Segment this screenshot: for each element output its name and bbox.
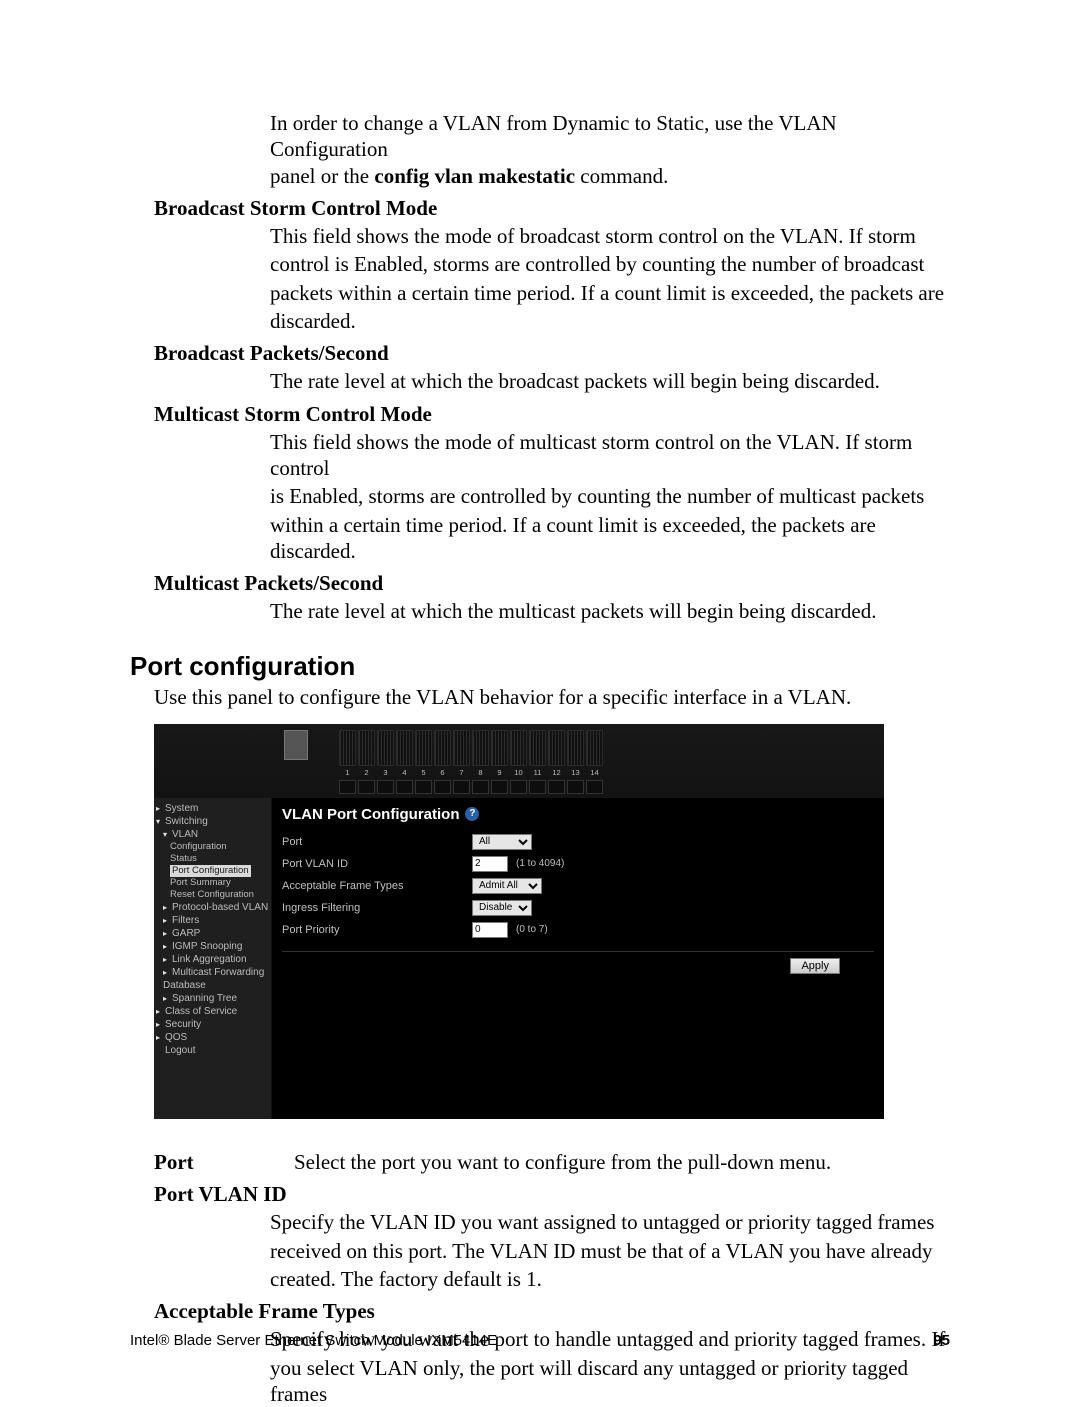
num-5: 5 — [415, 768, 432, 777]
sidebar-item-configuration[interactable]: Configuration — [156, 841, 269, 853]
intro-line2: panel or the config vlan makestatic comm… — [270, 163, 950, 189]
term-mscm: Multicast Storm Control Mode — [154, 401, 950, 427]
post-term-aft: Acceptable Frame Types — [154, 1298, 950, 1324]
sidebar-item-qos[interactable]: QOS — [156, 1031, 269, 1044]
label-aft: Acceptable Frame Types — [282, 880, 472, 892]
body-mscm-1: is Enabled, storms are controlled by cou… — [270, 483, 950, 509]
num-8: 8 — [472, 768, 489, 777]
section-intro: Use this panel to configure the VLAN beh… — [154, 684, 950, 710]
ui-chip-icon — [284, 730, 308, 760]
sidebar-item-spanning-tree[interactable]: Spanning Tree — [156, 992, 269, 1005]
num-7: 7 — [453, 768, 470, 777]
ui-screenshot: 1 2 3 4 5 6 7 8 9 10 11 12 13 14 System — [154, 724, 884, 1119]
sidebar-item-port-configuration-label: Port Configuration — [170, 865, 251, 877]
sidebar-item-filters[interactable]: Filters — [156, 914, 269, 927]
num-1: 1 — [339, 768, 356, 777]
num-6: 6 — [434, 768, 451, 777]
label-if: Ingress Filtering — [282, 902, 472, 914]
num-13: 13 — [567, 768, 584, 777]
ui-port-numbers: 1 2 3 4 5 6 7 8 9 10 11 12 13 14 — [339, 768, 603, 777]
footer-title: Intel® Blade Server Ethernet Switch Modu… — [130, 1332, 497, 1349]
hint-pvid: (1 to 4094) — [516, 858, 564, 869]
sidebar-item-link-agg[interactable]: Link Aggregation — [156, 953, 269, 966]
sidebar-item-status[interactable]: Status — [156, 853, 269, 865]
sidebar-item-logout[interactable]: Logout — [156, 1044, 269, 1057]
post-term-port: Port — [154, 1149, 294, 1175]
post-body-pvid-2: created. The factory default is 1. — [270, 1266, 950, 1292]
num-11: 11 — [529, 768, 546, 777]
label-pvid: Port VLAN ID — [282, 858, 472, 870]
ui-divider — [282, 951, 874, 952]
sidebar-item-cos[interactable]: Class of Service — [156, 1005, 269, 1018]
body-mps-0: The rate level at which the multicast pa… — [270, 598, 950, 624]
sidebar-item-security[interactable]: Security — [156, 1018, 269, 1031]
ui-main: VLAN Port Configuration ? Port All Port … — [272, 798, 884, 1119]
input-pvid[interactable] — [472, 856, 508, 872]
help-icon[interactable]: ? — [465, 807, 479, 821]
page-number: 95 — [933, 1332, 950, 1349]
select-port[interactable]: All — [472, 834, 532, 850]
term-mps: Multicast Packets/Second — [154, 570, 950, 596]
post-term-pvid: Port VLAN ID — [154, 1181, 950, 1207]
post-body-pvid-1: received on this port. The VLAN ID must … — [270, 1238, 950, 1264]
num-4: 4 — [396, 768, 413, 777]
sidebar-item-port-configuration[interactable]: Port Configuration — [156, 865, 269, 877]
body-mscm-2: within a certain time period. If a count… — [270, 512, 950, 565]
intro-cmd: config vlan makestatic — [374, 164, 575, 188]
ui-led-row — [339, 780, 603, 794]
intro-line1: In order to change a VLAN from Dynamic t… — [270, 110, 950, 163]
ui-main-title: VLAN Port Configuration — [282, 806, 459, 823]
body-bscm-2: packets within a certain time period. If… — [270, 280, 950, 306]
num-10: 10 — [510, 768, 527, 777]
term-bps: Broadcast Packets/Second — [154, 340, 950, 366]
body-bps-0: The rate level at which the broadcast pa… — [270, 368, 950, 394]
select-aft[interactable]: Admit All — [472, 878, 542, 894]
sidebar-item-system[interactable]: System — [156, 802, 269, 815]
body-bscm-0: This field shows the mode of broadcast s… — [270, 223, 950, 249]
body-bscm-1: control is Enabled, storms are controlle… — [270, 251, 950, 277]
sidebar-item-reset-config[interactable]: Reset Configuration — [156, 889, 269, 901]
num-9: 9 — [491, 768, 508, 777]
ui-header: 1 2 3 4 5 6 7 8 9 10 11 12 13 14 — [154, 724, 884, 799]
sidebar-item-igmp-snooping[interactable]: IGMP Snooping — [156, 940, 269, 953]
sidebar-item-protocol-vlan[interactable]: Protocol-based VLAN — [156, 901, 269, 914]
intro-line2-b: command. — [575, 164, 668, 188]
num-3: 3 — [377, 768, 394, 777]
sidebar-item-port-summary[interactable]: Port Summary — [156, 877, 269, 889]
body-bscm-3: discarded. — [270, 308, 950, 334]
hint-pp: (0 to 7) — [516, 924, 548, 935]
term-bscm: Broadcast Storm Control Mode — [154, 195, 950, 221]
input-pp[interactable] — [472, 922, 508, 938]
num-14: 14 — [586, 768, 603, 777]
apply-button[interactable]: Apply — [790, 958, 840, 974]
label-pp: Port Priority — [282, 924, 472, 936]
sidebar-item-vlan[interactable]: VLAN — [156, 828, 269, 841]
sidebar-item-switching[interactable]: Switching — [156, 815, 269, 828]
sidebar-item-garp[interactable]: GARP — [156, 927, 269, 940]
ui-sidebar: System Switching VLAN Configuration Stat… — [154, 798, 272, 1119]
post-body-pvid-0: Specify the VLAN ID you want assigned to… — [270, 1209, 950, 1235]
select-if[interactable]: Disable — [472, 900, 532, 916]
num-2: 2 — [358, 768, 375, 777]
sidebar-item-mfdb[interactable]: Multicast Forwarding Database — [156, 966, 269, 992]
post-body-aft-1: you select VLAN only, the port will disc… — [270, 1355, 950, 1407]
num-12: 12 — [548, 768, 565, 777]
intro-line2-a: panel or the — [270, 164, 374, 188]
ui-port-grid — [339, 730, 603, 766]
body-mscm-0: This field shows the mode of multicast s… — [270, 429, 950, 482]
label-port: Port — [282, 836, 472, 848]
section-heading: Port configuration — [130, 651, 950, 682]
post-def-port: Select the port you want to configure fr… — [294, 1150, 831, 1174]
